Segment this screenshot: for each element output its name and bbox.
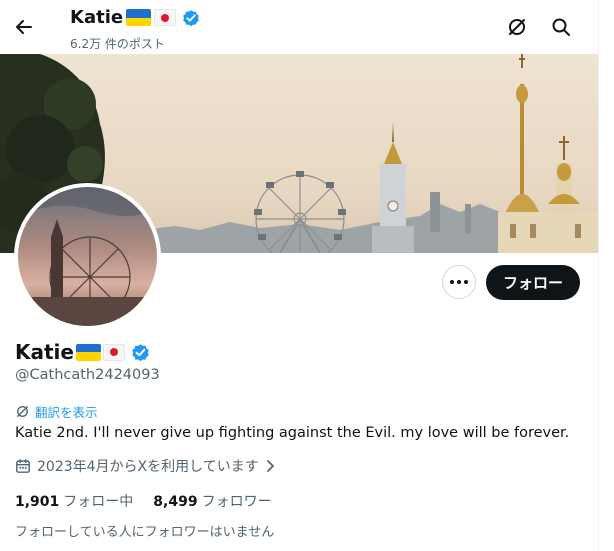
header-name: Katie [70, 7, 201, 28]
profile-header: Katie 6.2万 件のポスト [0, 0, 598, 54]
followers-link[interactable]: 8,499 フォロワー [153, 491, 271, 511]
back-arrow-icon [16, 20, 32, 34]
profile-bio: Katie 2nd. I'll never give up fighting a… [15, 425, 570, 441]
translate-link[interactable]: 翻訳を表示 [15, 402, 98, 421]
follow-stats: 1,901 フォロー中 8,499 フォロワー [15, 491, 272, 511]
profile-name-text: Katie [15, 340, 74, 364]
search-button[interactable] [547, 13, 575, 41]
more-dot [464, 280, 468, 284]
translate-icon [17, 406, 28, 417]
join-date[interactable]: 2023年4月からXを利用しています [15, 456, 275, 476]
search-icon [552, 18, 570, 36]
chevron-right-icon [266, 460, 274, 472]
back-button[interactable] [9, 12, 39, 42]
post-count: 6.2万 件のポスト [70, 37, 165, 51]
japan-flag-icon [154, 9, 177, 26]
follow-button[interactable]: フォロー [486, 265, 580, 300]
more-dot [457, 280, 461, 284]
calendar-icon [16, 459, 30, 473]
verified-badge-icon [183, 9, 199, 26]
followers-you-know-note: フォローしている人にフォロワーはいません [15, 525, 275, 540]
header-name-text: Katie [70, 7, 124, 28]
followers-label: フォロワー [201, 494, 272, 510]
following-label: フォロー中 [63, 494, 134, 510]
following-count: 1,901 [15, 494, 60, 510]
more-options-button[interactable] [442, 265, 476, 299]
profile-avatar[interactable] [14, 183, 161, 330]
japan-flag-icon [102, 343, 125, 361]
ukraine-flag-icon [75, 343, 101, 361]
followers-count: 8,499 [153, 494, 198, 510]
grok-icon [509, 19, 525, 35]
verified-badge-icon[interactable] [130, 342, 151, 363]
more-dot [450, 280, 454, 284]
profile-name: Katie [15, 340, 151, 364]
grok-button[interactable] [503, 13, 531, 41]
profile-handle: @Cathcath2424093 [15, 367, 160, 383]
following-link[interactable]: 1,901 フォロー中 [15, 491, 133, 511]
avatar-image [18, 187, 157, 326]
join-date-text: 2023年4月からXを利用しています [37, 459, 259, 475]
column-border [598, 0, 599, 551]
ukraine-flag-icon [126, 9, 152, 26]
translate-label: 翻訳を表示 [35, 405, 98, 420]
